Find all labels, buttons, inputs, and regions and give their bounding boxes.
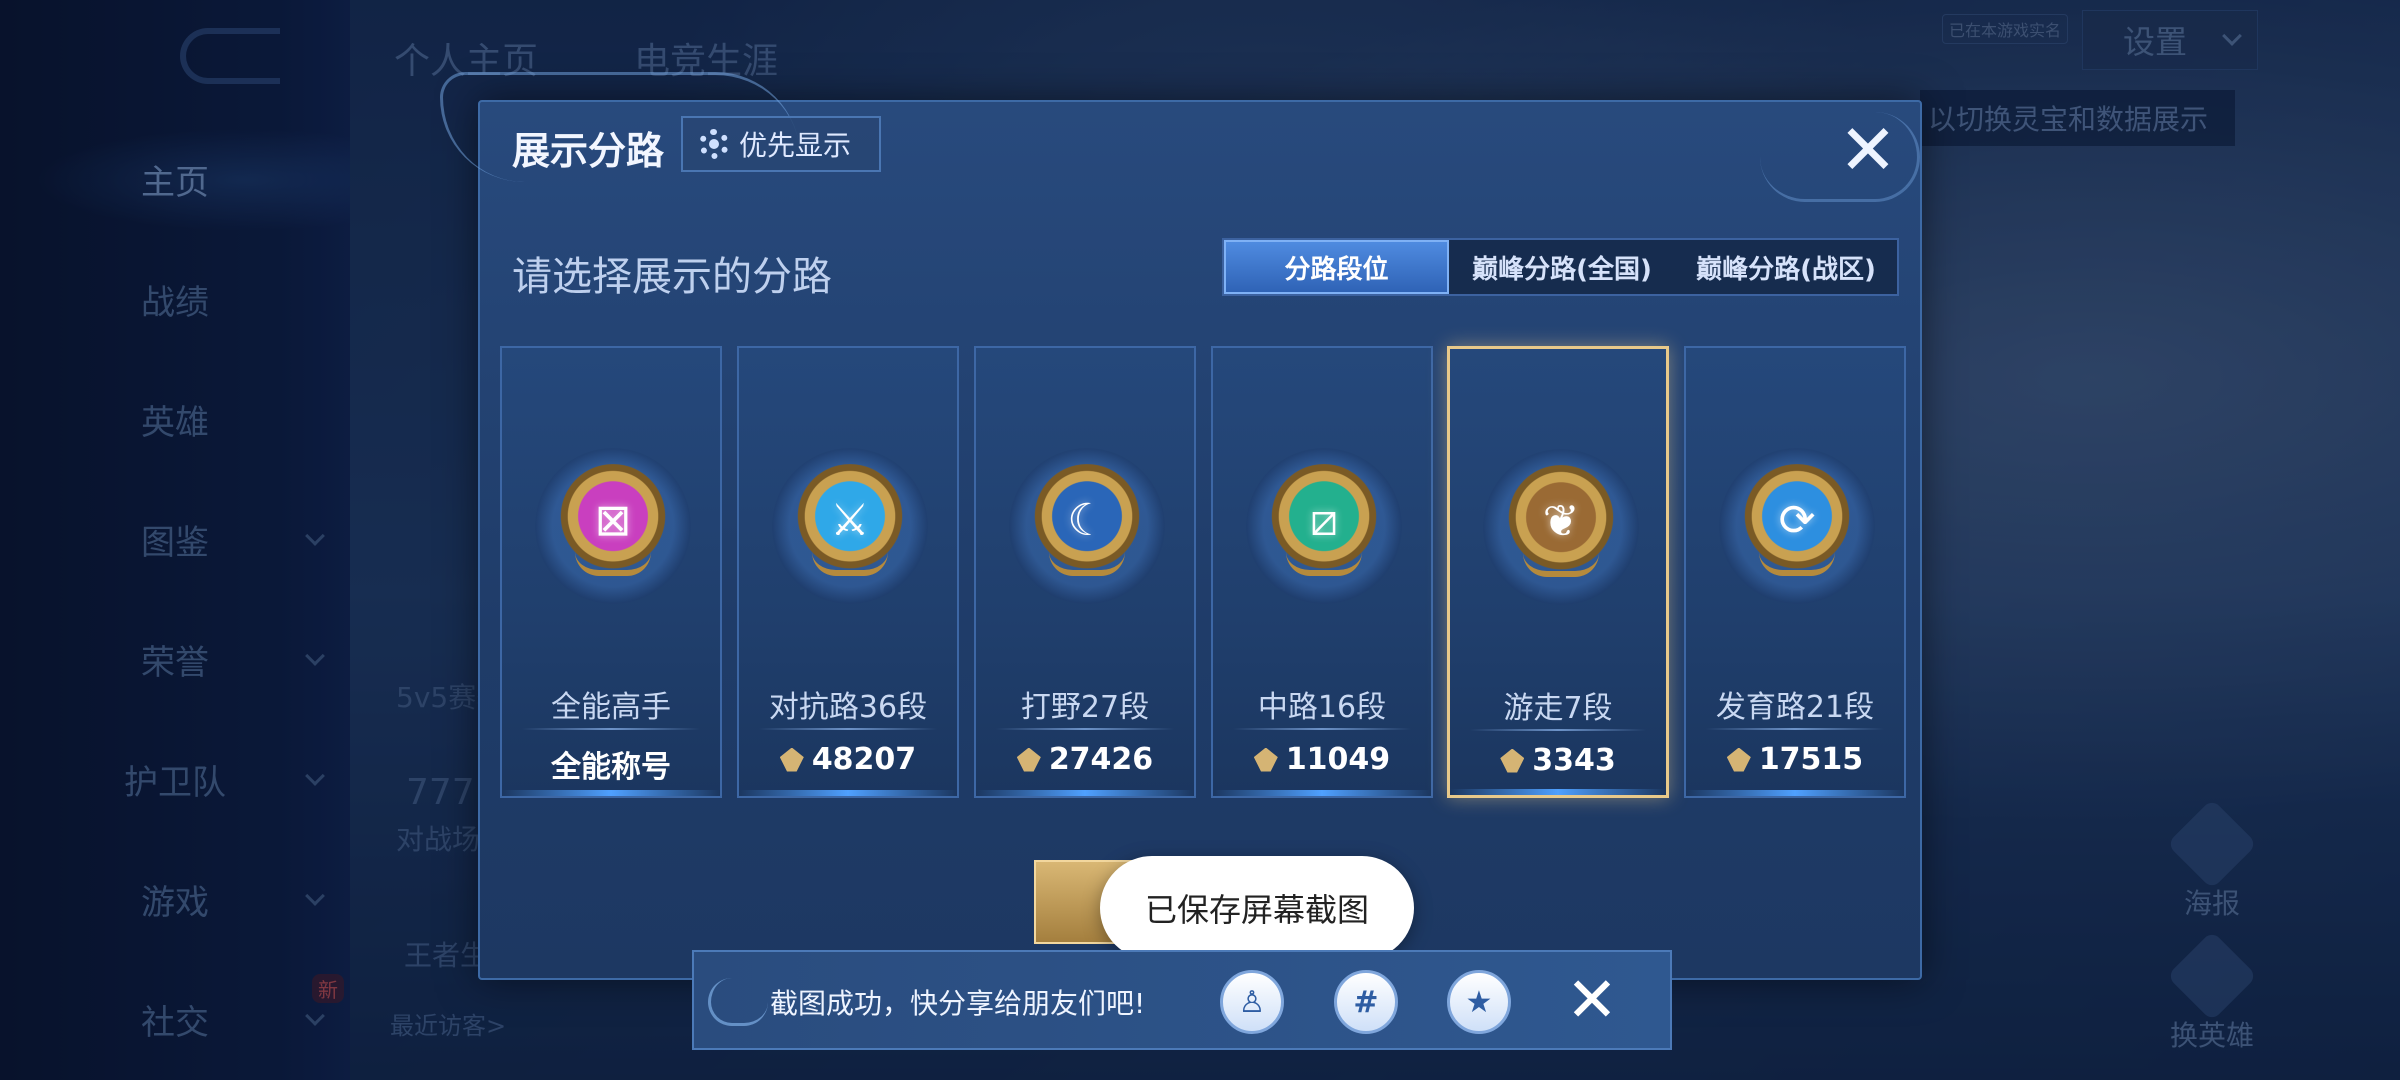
lane-card[interactable]: ⧄ 中路16段 11049 bbox=[1211, 346, 1433, 798]
rank-points-icon bbox=[1726, 747, 1751, 772]
lane-value-text: 全能称号 bbox=[551, 750, 671, 785]
lane-value-text: 17515 bbox=[1758, 742, 1864, 777]
close-icon[interactable]: ✕ bbox=[1560, 968, 1624, 1032]
emblem-glyph: ☾ bbox=[1067, 494, 1107, 546]
card-divider bbox=[1706, 728, 1884, 730]
wechat-moments-icon[interactable]: # bbox=[1334, 970, 1398, 1034]
emblem-glyph: ⚔ bbox=[830, 494, 870, 546]
lane-value: 全能称号 bbox=[502, 742, 720, 786]
lane-emblem-icon: ❦ bbox=[1503, 465, 1619, 581]
emblem-glyph: ⟳ bbox=[1778, 494, 1816, 546]
lane-card[interactable]: ☾ 打野27段 27426 bbox=[974, 346, 1196, 798]
lane-value-text: 3343 bbox=[1532, 743, 1616, 778]
emblem-wing bbox=[812, 552, 888, 576]
card-divider bbox=[1470, 729, 1646, 731]
lane-value-text: 11049 bbox=[1285, 742, 1391, 777]
lane-emblem-icon: ⚔ bbox=[792, 464, 908, 580]
emblem-wing bbox=[575, 552, 651, 576]
priority-display-label: 优先显示 bbox=[739, 129, 852, 162]
rank-points-icon bbox=[1016, 747, 1041, 772]
rank-points-icon bbox=[1253, 747, 1278, 772]
gear-icon bbox=[699, 129, 729, 159]
emblem-glyph: ❦ bbox=[1542, 495, 1580, 547]
lane-display-modal: 展示分路 优先显示 ✕ 请选择展示的分路 分路段位 巅峰分路(全国) 巅峰分路(… bbox=[440, 72, 1922, 980]
modal-title: 展示分路 bbox=[512, 129, 665, 173]
lane-label: 全能高手 bbox=[551, 690, 671, 725]
lane-value-text: 48207 bbox=[811, 742, 917, 777]
screenshot-toast: 已保存屏幕截图 bbox=[1100, 856, 1414, 960]
emblem-glyph: ⧄ bbox=[1310, 494, 1338, 546]
emblem-wing bbox=[1523, 553, 1599, 577]
segment-tabs: 分路段位 巅峰分路(全国) 巅峰分路(战区) bbox=[1222, 238, 1899, 296]
close-icon[interactable]: ✕ bbox=[1836, 115, 1900, 185]
lane-label: 打野27段 bbox=[1020, 690, 1150, 725]
lane-label: 对抗路36段 bbox=[768, 690, 928, 725]
qq-icon[interactable]: ♙ bbox=[1220, 970, 1284, 1034]
lane-card[interactable]: ❦ 游走7段 3343 bbox=[1447, 346, 1669, 798]
lane-value-text: 27426 bbox=[1048, 742, 1154, 777]
lane-emblem-icon: ⊠ bbox=[555, 464, 671, 580]
lane-value: 3343 bbox=[1450, 743, 1666, 778]
emblem-wing bbox=[1286, 552, 1362, 576]
modal-subtitle: 请选择展示的分路 bbox=[512, 254, 832, 300]
card-divider bbox=[1233, 728, 1411, 730]
emblem-glyph: ⊠ bbox=[594, 494, 632, 546]
lane-value: 48207 bbox=[739, 742, 957, 777]
lane-label: 游走7段 bbox=[1503, 691, 1613, 726]
share-message: 截图成功，快分享给朋友们吧! bbox=[770, 987, 1146, 1020]
lane-label: 发育路21段 bbox=[1715, 690, 1875, 725]
rank-points-icon bbox=[779, 747, 804, 772]
card-divider bbox=[996, 728, 1174, 730]
emblem-wing bbox=[1049, 552, 1125, 576]
card-divider bbox=[759, 728, 937, 730]
lane-emblem-icon: ⧄ bbox=[1266, 464, 1382, 580]
card-divider bbox=[522, 728, 700, 730]
tab-peak-national[interactable]: 巅峰分路(全国) bbox=[1449, 240, 1675, 294]
decorative-swirl bbox=[708, 978, 768, 1026]
lane-card[interactable]: ⚔ 对抗路36段 48207 bbox=[737, 346, 959, 798]
tab-peak-region[interactable]: 巅峰分路(战区) bbox=[1675, 240, 1897, 294]
emblem-wing bbox=[1759, 552, 1835, 576]
lane-emblem-icon: ☾ bbox=[1029, 464, 1145, 580]
lane-label: 中路16段 bbox=[1257, 690, 1387, 725]
lane-card[interactable]: ⟳ 发育路21段 17515 bbox=[1684, 346, 1906, 798]
lane-value: 17515 bbox=[1686, 742, 1904, 777]
tab-lane-rank[interactable]: 分路段位 bbox=[1224, 240, 1449, 294]
share-bar: 截图成功，快分享给朋友们吧! ♙ # ★ ✕ bbox=[692, 950, 1672, 1050]
qzone-icon[interactable]: ★ bbox=[1447, 970, 1511, 1034]
rank-points-icon bbox=[1500, 748, 1525, 773]
lane-value: 27426 bbox=[976, 742, 1194, 777]
lane-card[interactable]: ⊠ 全能高手全能称号 bbox=[500, 346, 722, 798]
priority-display-button[interactable]: 优先显示 bbox=[681, 116, 881, 172]
lane-emblem-icon: ⟳ bbox=[1739, 464, 1855, 580]
lane-value: 11049 bbox=[1213, 742, 1431, 777]
